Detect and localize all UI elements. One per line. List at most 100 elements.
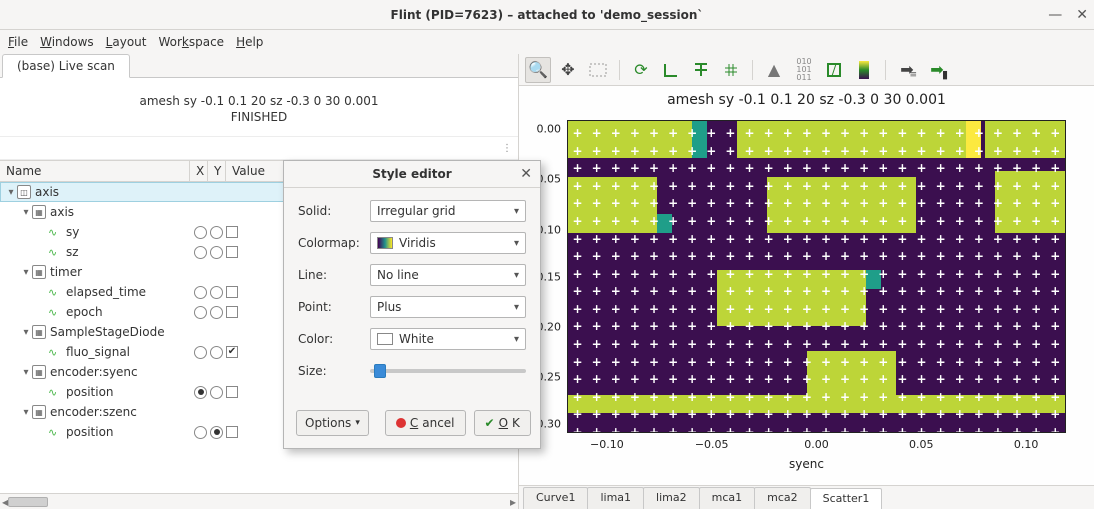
combo-colormap[interactable]: Viridis <box>370 232 526 254</box>
expander-icon[interactable]: ▾ <box>20 267 32 278</box>
style-editor-title: Style editor ✕ <box>284 161 540 188</box>
combo-color[interactable]: White <box>370 328 526 350</box>
cancel-button[interactable]: Cancel <box>385 410 466 436</box>
signal-icon: ∿ <box>48 306 62 319</box>
expander-icon[interactable]: ▾ <box>20 327 32 338</box>
tree-header-x[interactable]: X <box>190 161 208 181</box>
folder-icon: ▦ <box>32 205 46 219</box>
autoscale-region-icon[interactable] <box>585 57 611 83</box>
plot-area[interactable]: amesh sy -0.1 0.1 20 sz -0.3 0 30 0.001 … <box>519 86 1094 485</box>
label-colormap: Colormap: <box>298 236 370 250</box>
tab-mca1[interactable]: mca1 <box>699 487 756 509</box>
menubar: File Windows Layout Workspace Help <box>0 30 1094 54</box>
menu-help[interactable]: Help <box>236 35 263 49</box>
checkbox-value[interactable] <box>226 246 238 258</box>
signal-icon: ∿ <box>48 286 62 299</box>
chart-icon: ◫ <box>17 185 31 199</box>
combo-solid[interactable]: Irregular grid <box>370 200 526 222</box>
tree-horizontal-scrollbar[interactable]: ◂ ▸ <box>0 493 518 509</box>
tree-leaf-label: fluo_signal <box>66 345 130 359</box>
radio-x[interactable] <box>194 286 207 299</box>
menu-windows[interactable]: Windows <box>40 35 94 49</box>
tab-mca2[interactable]: mca2 <box>754 487 811 509</box>
radio-y[interactable] <box>210 226 223 239</box>
menu-workspace[interactable]: Workspace <box>158 35 224 49</box>
tab-lima2[interactable]: lima2 <box>643 487 700 509</box>
tree-node-label: SampleStageDiode <box>50 325 165 339</box>
crosshair-icon[interactable] <box>688 57 714 83</box>
radio-y[interactable] <box>210 246 223 259</box>
tree-node-label: encoder:syenc <box>50 365 138 379</box>
grid-icon[interactable] <box>718 57 744 83</box>
window-minimize-icon[interactable]: — <box>1048 7 1062 23</box>
bottom-tabs: Curve1lima1lima2mca1mca2Scatter1 <box>519 485 1094 509</box>
radio-x[interactable] <box>194 346 207 359</box>
checkbox-value[interactable] <box>226 426 238 438</box>
radio-y[interactable] <box>210 306 223 319</box>
folder-icon: ▦ <box>32 365 46 379</box>
zoom-tool-icon[interactable]: 🔍 <box>525 57 551 83</box>
expander-icon[interactable]: ▾ <box>5 187 17 198</box>
cancel-icon <box>396 418 406 428</box>
checkbox-value[interactable] <box>226 346 238 358</box>
expander-icon[interactable]: ▾ <box>20 207 32 218</box>
radio-x[interactable] <box>194 306 207 319</box>
scan-command: amesh sy -0.1 0.1 20 sz -0.3 0 30 0.001 <box>20 94 498 108</box>
ok-icon: ✔ <box>485 416 495 430</box>
tab-lima1[interactable]: lima1 <box>587 487 644 509</box>
signal-icon: ∿ <box>48 226 62 239</box>
radio-x[interactable] <box>194 246 207 259</box>
reset-zoom-icon[interactable]: ⟳ <box>628 57 654 83</box>
expander-icon[interactable]: ▾ <box>20 407 32 418</box>
checkbox-value[interactable] <box>226 226 238 238</box>
tab-curve1[interactable]: Curve1 <box>523 487 588 509</box>
radio-x[interactable] <box>194 386 207 399</box>
combo-point[interactable]: Plus <box>370 296 526 318</box>
style-editor-dialog: Style editor ✕ Solid: Irregular grid Col… <box>283 160 541 449</box>
checkbox-value[interactable] <box>226 386 238 398</box>
plot-title: amesh sy -0.1 0.1 20 sz -0.3 0 30 0.001 <box>519 92 1094 108</box>
checkbox-value[interactable] <box>226 306 238 318</box>
radio-y[interactable] <box>210 426 223 439</box>
combo-line[interactable]: No line <box>370 264 526 286</box>
doc-tab-row: (base) Live scan <box>0 54 518 78</box>
save-icon[interactable]: ➡▮ <box>924 57 950 83</box>
binary-data-icon[interactable]: 010101011 <box>791 57 817 83</box>
menu-file[interactable]: File <box>8 35 28 49</box>
tree-leaf-label: sy <box>66 225 79 239</box>
radio-y[interactable] <box>210 346 223 359</box>
plot-xlabel: syenc <box>789 457 824 471</box>
radio-x[interactable] <box>194 426 207 439</box>
label-size: Size: <box>298 364 370 378</box>
tree-header-y[interactable]: Y <box>208 161 226 181</box>
window-close-icon[interactable]: ✕ <box>1076 7 1088 23</box>
checkbox-value[interactable] <box>226 286 238 298</box>
xtick: −0.05 <box>695 438 729 451</box>
menu-layout[interactable]: Layout <box>106 35 147 49</box>
pan-tool-icon[interactable]: ✥ <box>555 57 581 83</box>
slider-size[interactable] <box>370 360 526 382</box>
bell-icon[interactable]: ▲ <box>761 57 787 83</box>
export-icon[interactable]: ➡≡ <box>894 57 920 83</box>
window-title: Flint (PID=7623) – attached to 'demo_ses… <box>391 8 704 22</box>
close-icon[interactable]: ✕ <box>520 166 532 182</box>
radio-x[interactable] <box>194 226 207 239</box>
scan-command-header: amesh sy -0.1 0.1 20 sz -0.3 0 30 0.001 … <box>0 78 518 128</box>
tree-node-label: axis <box>35 185 59 199</box>
options-button[interactable]: Options▾ <box>296 410 369 436</box>
tab-scatter1[interactable]: Scatter1 <box>810 488 883 509</box>
scatter-points-layer: ++++++++++++++++++++++++++++++++++++++++… <box>568 121 1065 432</box>
signal-icon: ∿ <box>48 426 62 439</box>
plot-axes[interactable]: ++++++++++++++++++++++++++++++++++++++++… <box>567 120 1066 433</box>
expander-icon[interactable]: ▾ <box>20 367 32 378</box>
roi-icon[interactable] <box>821 57 847 83</box>
tab-live-scan[interactable]: (base) Live scan <box>2 54 130 78</box>
label-color: Color: <box>298 332 370 346</box>
xtick: 0.10 <box>1014 438 1039 451</box>
tree-header-name[interactable]: Name <box>0 161 190 181</box>
radio-y[interactable] <box>210 386 223 399</box>
radio-y[interactable] <box>210 286 223 299</box>
ok-button[interactable]: ✔OK <box>474 410 531 436</box>
colorbar-icon[interactable] <box>851 57 877 83</box>
axes-type-icon[interactable] <box>658 57 684 83</box>
